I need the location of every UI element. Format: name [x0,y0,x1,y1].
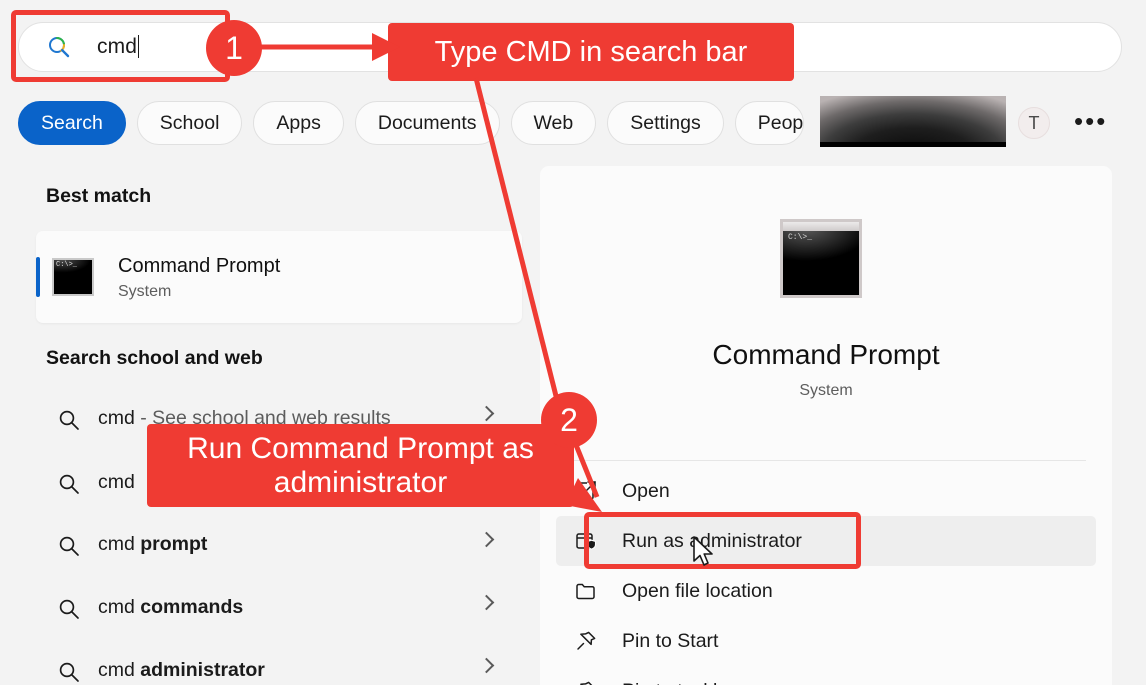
preview-panel: C:\>_ Command Prompt System Open Run a [540,166,1112,685]
windows-search-screen: cmd Search School Apps Documents Web Set… [0,0,1146,685]
suggestion-label: cmd administrator [98,659,265,681]
tab-search[interactable]: Search [18,101,126,145]
chevron-right-icon[interactable] [478,405,495,422]
annotation-badge-two: 2 [541,392,597,448]
annotation-badge-one: 1 [206,20,262,76]
best-match-heading: Best match [46,185,152,207]
command-prompt-icon-large: C:\>_ [780,219,862,298]
tab-label: Web [533,111,574,134]
folder-icon [574,579,606,603]
annotation-highlight-run-as-administrator [584,512,861,569]
action-label: Open [622,479,670,502]
preview-app-title: Command Prompt [712,339,940,370]
annotation-callout-two-text: Run Command Prompt as administrator [187,431,534,499]
search-icon [58,409,80,431]
annotation-badge-one-text: 1 [225,29,243,66]
tab-label: Search [41,111,103,134]
overflow-menu-button[interactable]: ••• [1074,108,1107,134]
tab-settings[interactable]: Settings [607,101,724,145]
tab-label: Apps [276,111,321,134]
account-banner-thumbnail [820,96,1006,147]
suggestion-label: cmd [98,471,135,493]
tab-label: School [159,111,220,134]
overflow-dots-icon: ••• [1074,106,1108,136]
selection-indicator [36,257,40,297]
suggestion-label: cmd prompt [98,533,208,555]
search-icon [58,598,80,620]
preview-app-subtitle: System [799,382,853,399]
action-pin-to-taskbar[interactable]: Pin to taskbar [556,666,1096,685]
best-match-title: Command Prompt [118,255,281,277]
tab-documents[interactable]: Documents [354,101,500,145]
search-icon [58,661,80,683]
search-icon [58,535,80,557]
annotation-callout-two: Run Command Prompt as administrator [147,424,574,507]
best-match-subtitle: System [118,283,172,300]
best-match-result[interactable]: C:\>_ Command Prompt System [36,231,522,323]
action-open-file-location[interactable]: Open file location [556,566,1096,616]
tab-people[interactable]: Peop [734,101,805,145]
annotation-highlight-search-bar [11,10,230,82]
tab-school[interactable]: School [136,101,243,145]
divider [566,460,1086,461]
pin-icon [574,629,606,653]
suggestion-row[interactable]: cmd commands [36,581,522,637]
action-open[interactable]: Open [556,466,1096,516]
open-window-icon [574,479,606,503]
tab-web[interactable]: Web [510,101,597,145]
chevron-right-icon[interactable] [478,657,495,674]
search-icon [58,473,80,495]
suggestion-label: cmd commands [98,596,244,618]
avatar[interactable]: T [1018,107,1050,139]
action-pin-to-start[interactable]: Pin to Start [556,616,1096,666]
tab-apps[interactable]: Apps [253,101,344,145]
suggestion-row[interactable]: cmd administrator [36,644,522,685]
annotation-badge-two-text: 2 [560,401,578,438]
tab-label: Settings [630,111,701,134]
annotation-callout-one: Type CMD in search bar [388,23,794,81]
annotation-callout-one-text: Type CMD in search bar [434,35,748,68]
avatar-initial: T [1028,112,1040,133]
search-web-heading: Search school and web [46,347,263,369]
chevron-right-icon[interactable] [478,531,495,548]
filter-tab-bar: Search School Apps Documents Web Setting… [18,100,841,146]
tab-label: Peop [757,111,804,134]
suggestion-row[interactable]: cmd prompt [36,518,522,574]
tab-label: Documents [377,111,477,134]
mouse-cursor [692,536,718,575]
action-label: Pin to taskbar [622,680,741,685]
command-prompt-icon: C:\>_ [52,258,94,296]
action-label: Open file location [622,579,773,602]
action-label: Pin to Start [622,629,719,652]
pin-icon [574,679,606,685]
chevron-right-icon[interactable] [478,594,495,611]
